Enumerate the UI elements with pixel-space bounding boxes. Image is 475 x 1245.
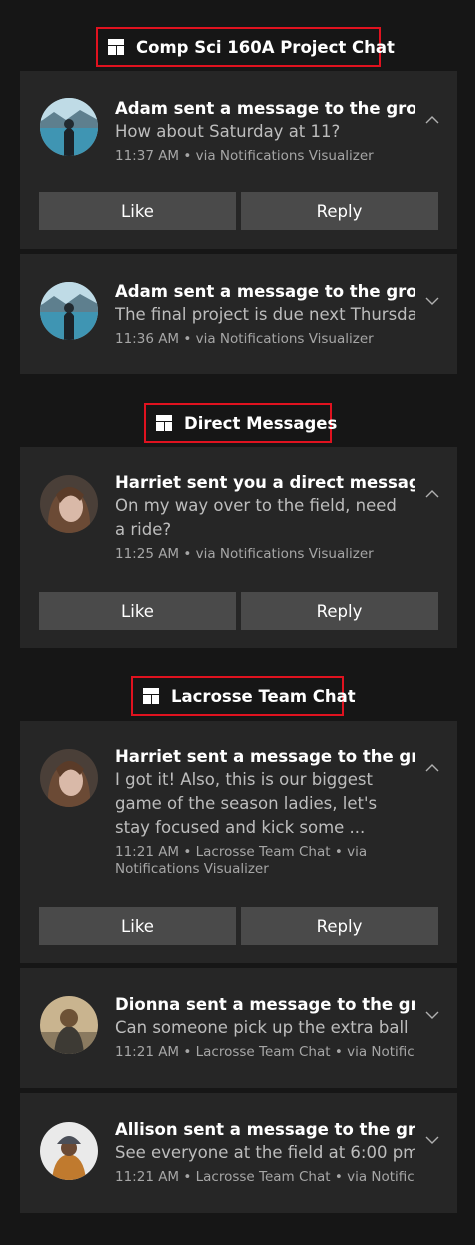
reply-button[interactable]: Reply [241,592,438,630]
group-header-direct-messages: Direct Messages [0,400,475,444]
notification-text: Dionna sent a message to the group Can s… [115,994,415,1061]
notification-title: Adam sent a message to the group [115,99,415,118]
notification-title: Harriet sent you a direct message [115,473,415,492]
notification-meta: 11:25 AM • via Notifications Visualizer [115,546,374,562]
notification-card[interactable]: Harriet sent you a direct message On my … [20,447,457,648]
notification-meta: 11:21 AM • Lacrosse Team Chat • via Noti… [115,1169,415,1185]
notification-body: How about Saturday at 11? [115,122,341,141]
app-icon [143,688,159,704]
chevron-up-icon[interactable] [422,758,442,778]
notification-text: Harriet sent a message to the group I go… [115,746,415,878]
notification-card[interactable]: Adam sent a message to the group How abo… [20,71,457,249]
group-header-highlight: Comp Sci 160A Project Chat [96,27,395,67]
chevron-up-icon[interactable] [422,484,442,504]
group-title: Comp Sci 160A Project Chat [136,37,395,57]
chevron-down-icon[interactable] [422,1130,442,1150]
notification-body: I got it! Also, this is our biggest game… [115,770,378,837]
reply-button[interactable]: Reply [241,192,438,230]
avatar-adam [40,282,98,340]
avatar-adam [40,98,98,156]
like-button[interactable]: Like [39,907,236,945]
group-header-highlight: Lacrosse Team Chat [131,676,356,716]
notification-body: On my way over to the field, need a ride… [115,496,397,539]
chevron-down-icon[interactable] [422,291,442,311]
notification-title: Adam sent a message to the group [115,282,415,301]
notification-text: Adam sent a message to the group The fin… [115,281,415,348]
reply-button[interactable]: Reply [241,907,438,945]
chevron-down-icon[interactable] [422,1005,442,1025]
avatar-harriet [40,749,98,807]
notification-card[interactable]: Harriet sent a message to the group I go… [20,721,457,963]
notification-card[interactable]: Allison sent a message to the group See … [20,1093,457,1213]
app-icon [108,39,124,55]
notification-text: Allison sent a message to the group See … [115,1119,415,1186]
notification-meta: 11:21 AM • Lacrosse Team Chat • via Noti… [115,1044,415,1060]
notification-title: Harriet sent a message to the group [115,747,415,766]
notification-body: Can someone pick up the extra ball bag? [115,1018,415,1037]
notification-text: Harriet sent you a direct message On my … [115,472,415,563]
app-icon [156,415,172,431]
like-button[interactable]: Like [39,592,236,630]
avatar-dionna [40,996,98,1054]
group-header-highlight: Direct Messages [144,403,337,443]
notification-meta: 11:21 AM • Lacrosse Team Chat • via Noti… [115,844,368,877]
group-header-comp-sci: Comp Sci 160A Project Chat [0,25,475,69]
notification-body: The final project is due next Thursday [115,305,415,324]
group-header-lacrosse: Lacrosse Team Chat [0,674,475,718]
notification-meta: 11:36 AM • via Notifications Visualizer [115,331,374,347]
notification-body: See everyone at the field at 6:00 pm!! [115,1143,415,1162]
group-title: Direct Messages [184,413,338,433]
chevron-up-icon[interactable] [422,110,442,130]
avatar-harriet [40,475,98,533]
like-button[interactable]: Like [39,192,236,230]
group-title: Lacrosse Team Chat [171,686,356,706]
notification-text: Adam sent a message to the group How abo… [115,98,415,165]
avatar-allison [40,1122,98,1180]
notification-title: Dionna sent a message to the group [115,995,415,1014]
notification-meta: 11:37 AM • via Notifications Visualizer [115,148,374,164]
notification-title: Allison sent a message to the group [115,1120,415,1139]
notification-card[interactable]: Dionna sent a message to the group Can s… [20,968,457,1088]
notification-card[interactable]: Adam sent a message to the group The fin… [20,254,457,374]
